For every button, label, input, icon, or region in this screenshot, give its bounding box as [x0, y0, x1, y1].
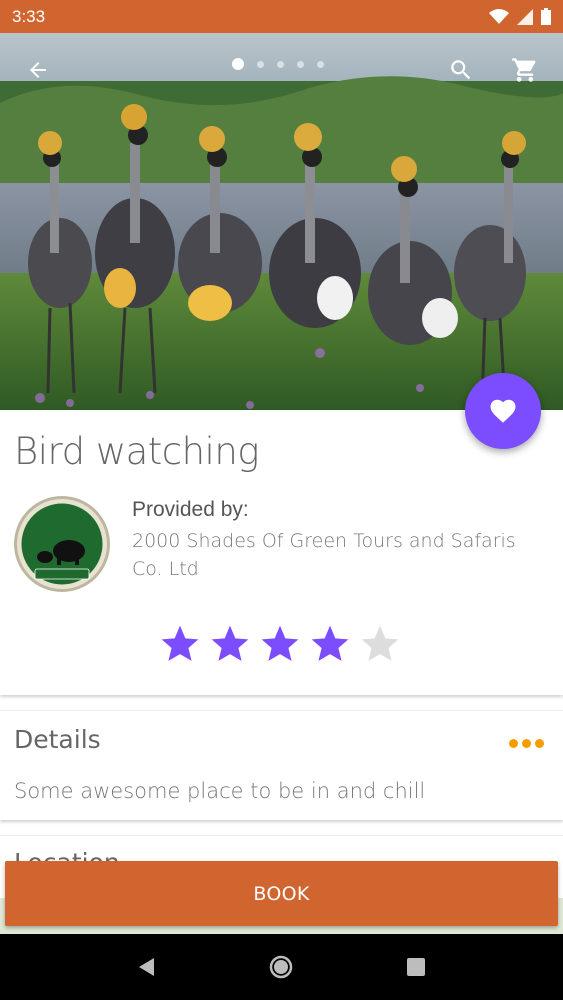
status-bar: 3:33: [0, 0, 563, 33]
triangle-back-icon: [139, 958, 155, 976]
rating-stars[interactable]: [158, 622, 402, 666]
carousel-dot[interactable]: [232, 58, 244, 70]
book-button[interactable]: BOOK: [5, 861, 558, 926]
toolbar: [0, 33, 563, 107]
wifi-icon: [489, 8, 509, 24]
carousel-dot[interactable]: [297, 60, 304, 68]
nav-home-button[interactable]: [261, 947, 301, 987]
circle-home-icon: [270, 955, 293, 979]
battery-icon: [541, 8, 551, 25]
more-options-icon[interactable]: [509, 739, 544, 748]
activity-title: Bird watching: [14, 430, 259, 473]
back-button[interactable]: [18, 50, 58, 90]
search-button[interactable]: [441, 50, 481, 90]
details-title: Details: [14, 725, 101, 754]
square-recents-icon: [406, 958, 425, 976]
activity-card: Bird watching Provided by: 2000 Shades O…: [0, 410, 563, 695]
nav-recents-button[interactable]: [396, 947, 436, 987]
details-card: Details Some awesome place to be in and …: [0, 710, 563, 820]
carousel-dot[interactable]: [257, 60, 264, 68]
star-filled-icon: [311, 625, 349, 661]
details-text: Some awesome place to be in and chill: [14, 779, 426, 803]
star-filled-icon: [161, 625, 199, 661]
carousel-indicator: [232, 58, 324, 70]
provider-logo[interactable]: [14, 496, 110, 592]
favorite-button[interactable]: [465, 373, 541, 449]
arrow-back-icon: [30, 62, 46, 78]
star-empty-icon: [361, 625, 399, 661]
cart-button[interactable]: [505, 50, 545, 90]
nav-back-button[interactable]: [127, 947, 167, 987]
status-icons: [489, 8, 551, 25]
carousel-dot[interactable]: [317, 60, 324, 68]
cart-icon: [512, 58, 536, 82]
status-time: 3:33: [12, 6, 46, 26]
provider-name[interactable]: 2000 Shades Of Green Tours and Safaris C…: [132, 527, 542, 583]
star-filled-icon: [261, 625, 299, 661]
provided-by-label: Provided by:: [132, 498, 249, 521]
search-icon: [451, 60, 471, 80]
system-nav-bar: [0, 934, 563, 1000]
carousel-dot[interactable]: [277, 60, 284, 68]
signal-icon: [517, 8, 533, 25]
heart-icon: [490, 399, 516, 423]
star-filled-icon: [211, 625, 249, 661]
